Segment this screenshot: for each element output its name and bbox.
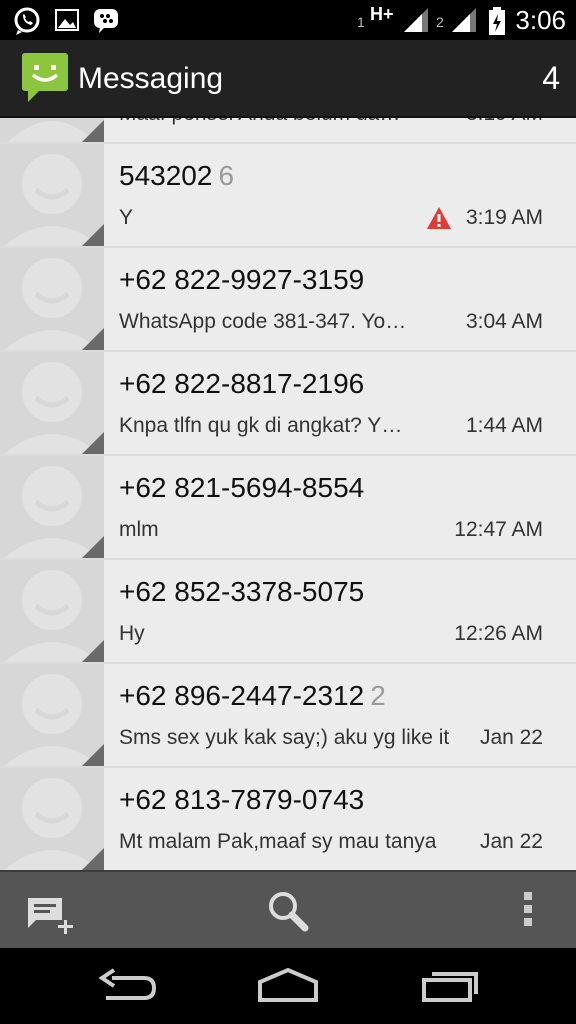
sender-name: +62 822-8817-2196 (119, 368, 365, 399)
signal-icon (402, 6, 430, 39)
conversation-row[interactable]: +62 852-3378-5075 Hy 12:26 AM (0, 560, 576, 664)
home-button[interactable] (256, 966, 320, 1011)
search-button[interactable] (253, 872, 323, 948)
message-time: 3:19 AM (465, 206, 543, 229)
overflow-menu-icon (524, 892, 532, 926)
message-time: 3:04 AM (465, 310, 543, 333)
contact-avatar (0, 768, 104, 870)
message-snippet: Hy (119, 622, 145, 645)
messaging-app-icon[interactable] (22, 53, 70, 108)
clock: 3:06 (515, 5, 566, 35)
message-snippet: Knpa tlfn qu gk di angkat? Yg lain (119, 414, 409, 437)
message-snippet: Mt malam Pak,maaf sy mau tanya (119, 830, 437, 853)
message-snippet: Maaf ponsel Anda belum dapat... (119, 118, 409, 126)
back-button[interactable] (98, 966, 158, 1011)
message-snippet: mlm (119, 518, 159, 541)
conversation-row[interactable]: +62 822-9927-3159 WhatsApp code 381-347.… (0, 248, 576, 352)
recent-apps-button[interactable] (420, 966, 480, 1011)
search-icon (269, 892, 309, 932)
unread-count: 4 (542, 60, 560, 96)
message-time: Jan 22 (479, 830, 543, 853)
new-message-button[interactable] (20, 872, 90, 948)
back-icon (98, 968, 157, 1000)
contact-avatar (0, 456, 104, 558)
new-message-icon (28, 898, 73, 934)
message-time: 3:19 AM (466, 118, 543, 126)
sender-name: +62 813-7879-0743 (119, 784, 365, 815)
message-count: 6 (218, 160, 235, 191)
contact-avatar (0, 248, 104, 350)
contact-avatar (0, 352, 104, 454)
home-icon (258, 967, 318, 1002)
message-time: Jan 22 (479, 726, 543, 749)
battery-charging-icon (487, 6, 507, 41)
conversation-list[interactable]: Maaf ponsel Anda belum dapat... 3:19 AM … (0, 118, 576, 870)
sender-name: +62 821-5694-8554 (119, 472, 365, 503)
overflow-menu-button[interactable] (504, 872, 554, 948)
conversation-row[interactable]: +62 821-5694-8554 mlm 12:47 AM (0, 456, 576, 560)
contact-avatar (0, 118, 104, 142)
sender-name: 543202 6 (119, 160, 235, 191)
contact-avatar (0, 144, 104, 246)
network-type: H+ (370, 4, 394, 24)
conversation-row[interactable]: +62 822-8817-2196 Knpa tlfn qu gk di ang… (0, 352, 576, 456)
sim2-label: 2 (436, 14, 444, 30)
bbm-icon (92, 6, 120, 39)
send-failed-warning-icon (426, 206, 452, 235)
message-snippet: Y (119, 206, 134, 229)
message-count: 2 (370, 680, 386, 711)
conversation-row[interactable]: +62 896-2447-2312 2 Sms sex yuk kak say;)… (0, 664, 576, 768)
message-snippet: WhatsApp code 381-347. You can also tap … (119, 310, 409, 333)
gallery-icon (54, 6, 80, 39)
app-title: Messaging (78, 62, 224, 95)
action-bar: Messaging 4 (0, 40, 576, 118)
contact-avatar (0, 560, 104, 662)
navigation-bar (0, 948, 576, 1024)
contact-avatar (0, 664, 104, 766)
conversation-row[interactable]: +62 813-7879-0743 Mt malam Pak,maaf sy m… (0, 768, 576, 870)
bottom-action-bar (0, 870, 576, 948)
message-snippet: Sms sex yuk kak say;) aku yg like it (119, 726, 450, 749)
status-bar: 1 H+ 2 3:06 (0, 0, 576, 40)
sender-name: +62 822-9927-3159 (119, 264, 365, 295)
sender-name: +62 852-3378-5075 (119, 576, 365, 607)
sim1-label: 1 (357, 14, 365, 30)
recent-apps-icon (422, 972, 478, 1002)
sender-name: +62 896-2447-2312 2 (119, 680, 386, 711)
signal-icon-2 (450, 6, 478, 39)
whatsapp-icon (12, 6, 42, 41)
conversation-row-partial[interactable]: Maaf ponsel Anda belum dapat... 3:19 AM (0, 118, 576, 144)
message-time: 12:26 AM (454, 622, 543, 645)
message-time: 12:47 AM (454, 518, 543, 541)
conversation-row[interactable]: 543202 6 Y 3:19 AM (0, 144, 576, 248)
message-time: 1:44 AM (465, 414, 543, 437)
